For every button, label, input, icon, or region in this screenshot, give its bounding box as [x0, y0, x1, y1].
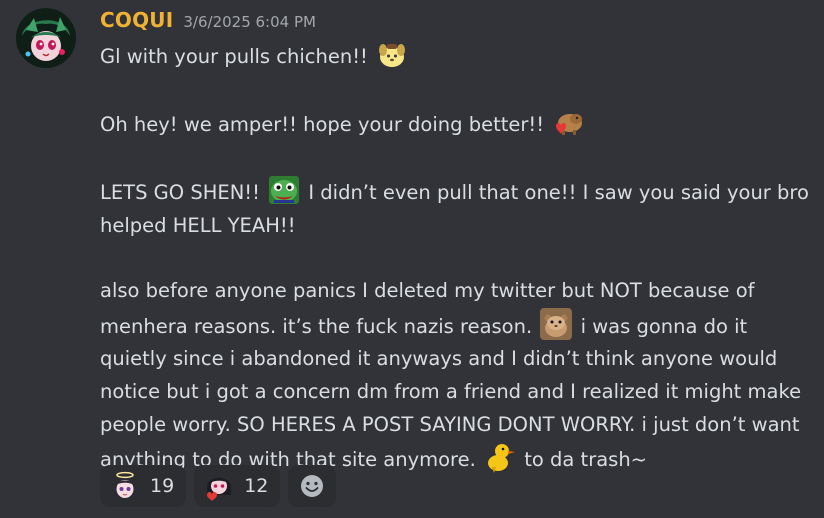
message-paragraph: Gl with your pulls chichen!!: [100, 38, 815, 74]
duck-emoji-icon[interactable]: [484, 441, 516, 474]
chat-message: COQUI 3/6/2025 6:04 PM Gl with your pull…: [0, 0, 824, 518]
user-avatar[interactable]: [16, 8, 76, 68]
dog-pudding-emoji-icon[interactable]: [376, 38, 408, 70]
message-content: Gl with your pulls chichen!! Oh hey! we …: [100, 38, 815, 477]
anime-avatar-icon: [16, 8, 76, 68]
reaction-count: 12: [244, 475, 269, 497]
message-header: COQUI 3/6/2025 6:04 PM: [100, 8, 316, 34]
angel-girl-icon: [113, 471, 137, 499]
message-text: i was gonna do it quietly since i abando…: [100, 314, 802, 472]
message-text: Gl with your pulls chichen!!: [100, 45, 368, 68]
message-paragraph: LETS GO SHEN!! I didn’t even pull that o…: [100, 174, 815, 242]
heart-girl-icon: [207, 477, 232, 501]
add-reaction-button[interactable]: [288, 465, 337, 507]
message-paragraph: Oh hey! we amper!! hope your doing bette…: [100, 106, 815, 142]
reaction-bar: 19 12: [100, 465, 337, 507]
message-text: Oh hey! we amper!! hope your doing bette…: [100, 113, 545, 137]
reaction-heart-girl[interactable]: 12: [194, 465, 281, 507]
message-text: to da trash~: [524, 448, 648, 472]
timestamp[interactable]: 3/6/2025 6:04 PM: [183, 13, 316, 31]
message-paragraph: also before anyone panics I deleted my t…: [100, 275, 815, 477]
hamster-emoji-icon[interactable]: [540, 307, 573, 340]
pepe-frog-emoji-icon[interactable]: [268, 174, 300, 206]
add-reaction-icon: [301, 475, 324, 497]
reaction-count: 19: [150, 475, 175, 497]
message-text: LETS GO SHEN!!: [100, 181, 260, 205]
capybara-heart-emoji-icon[interactable]: [552, 106, 584, 138]
username[interactable]: COQUI: [100, 8, 173, 32]
reaction-angel-girl[interactable]: 19: [100, 465, 187, 507]
